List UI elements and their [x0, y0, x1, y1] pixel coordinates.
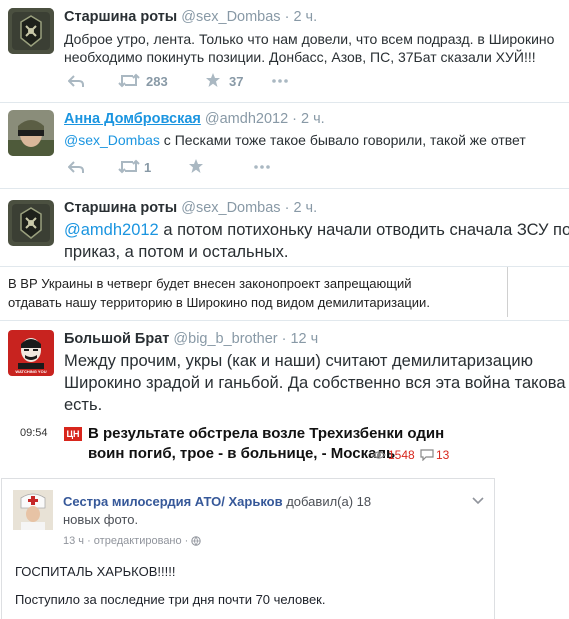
star-icon[interactable]: [205, 72, 221, 88]
tweet-text-line: необходимо покинуть позиции. Донбасс, Аз…: [64, 49, 536, 65]
avatar[interactable]: [8, 110, 54, 156]
retweet-icon[interactable]: [118, 73, 140, 88]
avatar-caption: WATCHING YOU: [15, 369, 47, 374]
user-photo-avatar-image: [8, 110, 54, 156]
favorite-count[interactable]: 37: [229, 74, 243, 89]
tweet-text-line: Доброе утро, лента. Только что нам довел…: [64, 31, 555, 47]
tweet-text: Доброе утро, лента. Только что нам довел…: [64, 30, 554, 66]
author-handle[interactable]: @sex_Dombas · 2 ч.: [181, 9, 317, 25]
avatar[interactable]: [8, 200, 54, 246]
post-text-line: Поступило за последние три дня почти 70 …: [15, 592, 326, 607]
more-icon[interactable]: [272, 79, 288, 83]
news-source-badge: ЦН: [64, 427, 82, 441]
tweet-text-line: с Песками тоже такое бывало говорили, та…: [159, 132, 526, 148]
nurse-avatar-image: [13, 490, 53, 530]
news-time: 09:54: [20, 427, 48, 439]
comments-count[interactable]: 13: [436, 448, 449, 462]
news-title-line: воин погиб, трое - в больнице, - Москаль: [88, 445, 396, 462]
retweet-count[interactable]: 1: [144, 160, 151, 175]
tweet-text-line: приказ, а потом и остальных.: [64, 243, 289, 261]
reply-icon[interactable]: [68, 160, 84, 174]
post-action: добавил(а) 18: [282, 494, 372, 509]
tweet-text-line: а потом потихоньку начали отводить снача…: [158, 221, 569, 239]
reply-icon[interactable]: [68, 74, 84, 88]
tweet-text-line: Между прочим, укры (как и наши) считают …: [64, 352, 533, 370]
chevron-down-icon[interactable]: [472, 497, 484, 505]
tweet-text: @sex_Dombas с Песками тоже такое бывало …: [64, 131, 526, 149]
author-handle[interactable]: @sex_Dombas · 2 ч.: [181, 200, 317, 216]
fb-post-card: Сестра милосердия АТО/ Харьков добавил(а…: [1, 478, 495, 619]
military-patch-avatar-image: [8, 8, 54, 54]
mention-link[interactable]: @sex_Dombas: [64, 132, 160, 148]
comment-icon[interactable]: [420, 449, 434, 461]
post-text-line: ГОСПИТАЛЬ ХАРЬКОВ!!!!!: [15, 564, 176, 579]
globe-icon: [191, 536, 202, 546]
mention-link[interactable]: @amdh2012: [64, 221, 159, 239]
views-count: 1548: [388, 448, 415, 462]
news-title-line: В результате обстрела возле Трехизбенки …: [88, 425, 445, 442]
author-handle[interactable]: @big_b_brother · 12 ч: [173, 331, 318, 347]
author-name[interactable]: Анна Домбровская: [64, 111, 201, 127]
tweet-text: Между прочим, укры (как и наши) считают …: [64, 350, 569, 416]
tweet-text: @amdh2012 а потом потихоньку начали отво…: [64, 219, 569, 263]
tweet-text-line: Широкино зрадой и ганьбой. Да собственно…: [64, 374, 569, 392]
author-name[interactable]: Большой Брат: [64, 331, 169, 347]
author-name[interactable]: Старшина роты: [64, 200, 177, 216]
retweet-icon[interactable]: [118, 159, 140, 174]
news-item[interactable]: 09:54 ЦН В результате обстрела возле Тре…: [0, 418, 569, 468]
author-handle[interactable]: @amdh2012 · 2 ч.: [205, 111, 325, 127]
divider: [0, 102, 569, 103]
news-quote-text: отдавать нашу территорию в Широкино под …: [8, 295, 430, 310]
post-action-line: новых фото.: [63, 512, 139, 527]
tweet-text-line: есть.: [64, 396, 103, 414]
divider: [0, 188, 569, 189]
avatar[interactable]: WATCHING YOU: [8, 330, 54, 376]
post-meta[interactable]: 13 ч · отредактировано ·: [63, 535, 191, 547]
divider: [0, 320, 569, 321]
more-icon[interactable]: [254, 165, 270, 169]
avatar[interactable]: [8, 8, 54, 54]
avatar[interactable]: [13, 490, 53, 530]
retweet-count[interactable]: 283: [146, 74, 168, 89]
page-name[interactable]: Сестра милосердия АТО/ Харьков: [63, 494, 283, 509]
author-name[interactable]: Старшина роты: [64, 9, 177, 25]
military-patch-avatar-image: [8, 200, 54, 246]
news-quote-text: В ВР Украины в четверг будет внесен зако…: [8, 276, 412, 291]
news-quote-box: В ВР Украины в четверг будет внесен зако…: [0, 267, 508, 317]
eye-icon: [372, 450, 386, 460]
star-icon[interactable]: [188, 158, 204, 174]
